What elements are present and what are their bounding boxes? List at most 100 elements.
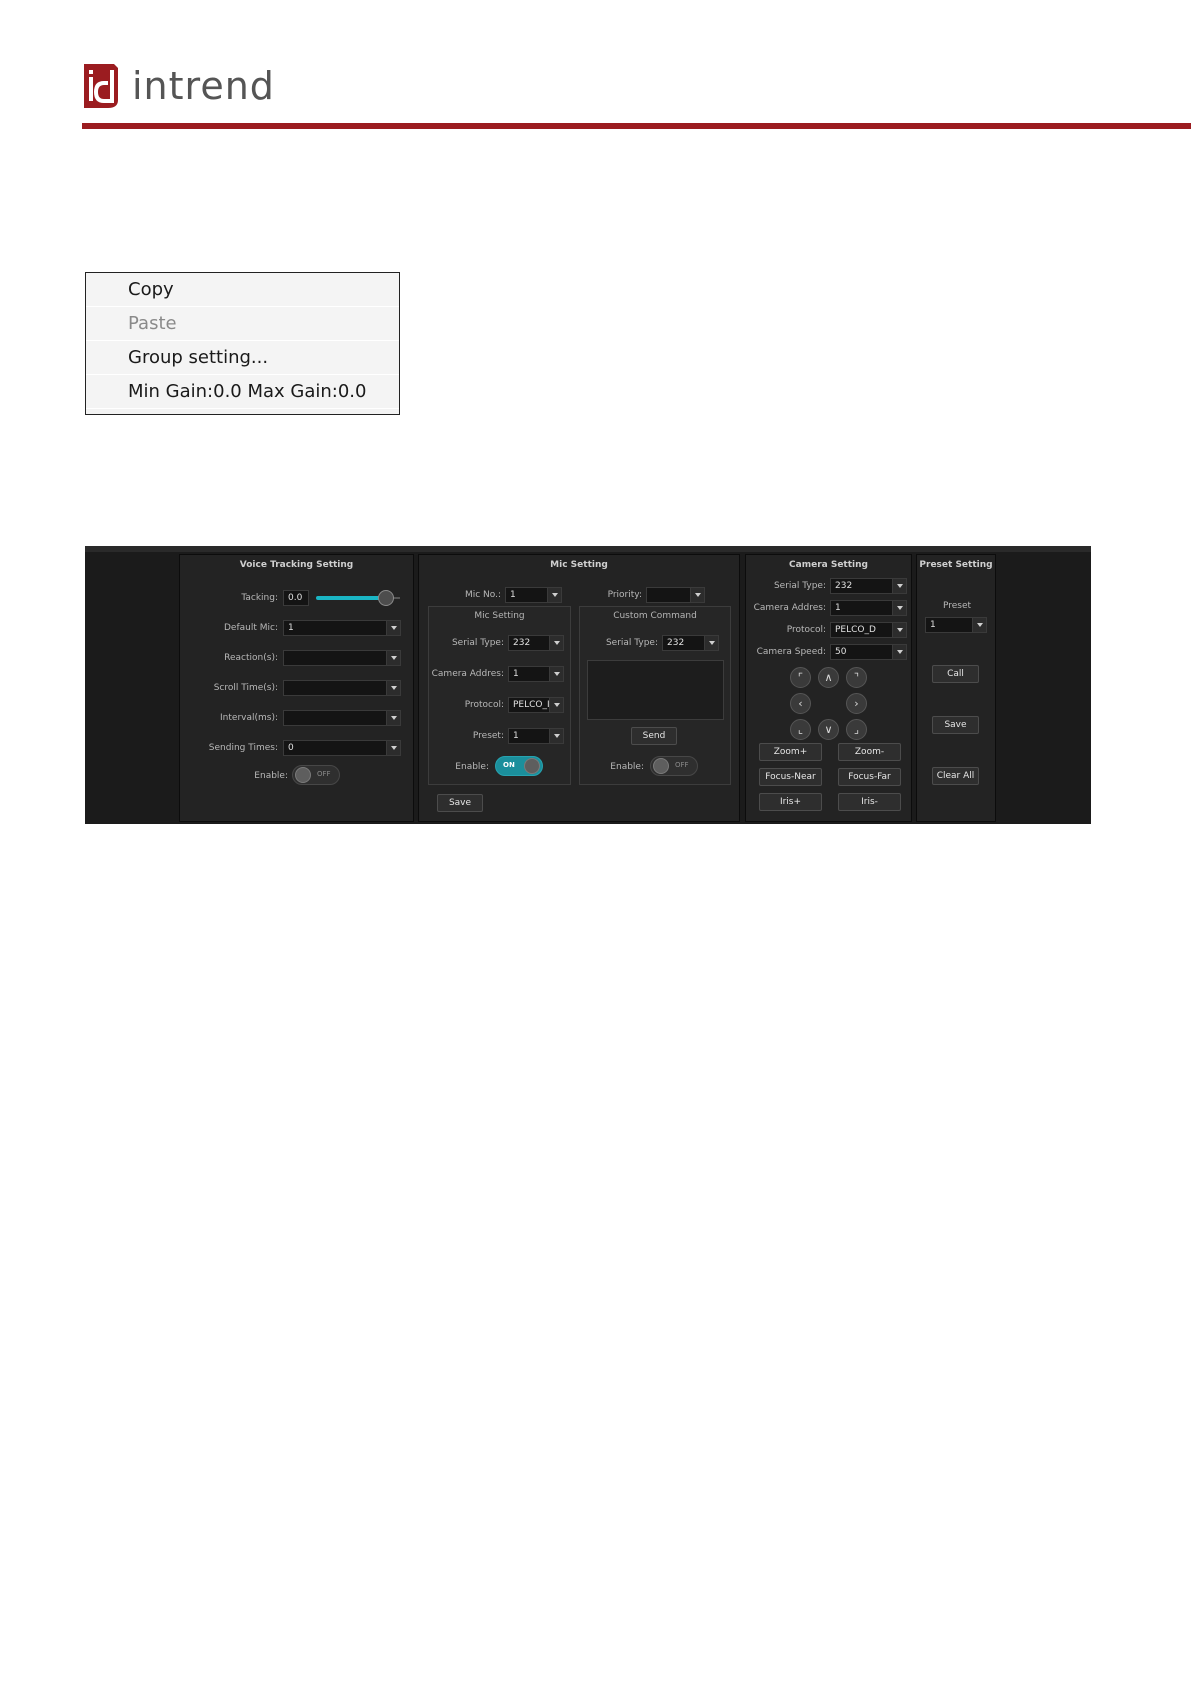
toggle-state: OFF xyxy=(317,770,331,778)
tracking-label: Tacking: xyxy=(241,593,278,603)
serial-type-value: 232 xyxy=(513,638,531,648)
iris-plus-button[interactable]: Iris+ xyxy=(759,793,822,811)
default-mic-value: 1 xyxy=(288,623,294,633)
ptz-right-icon[interactable]: › xyxy=(846,693,867,714)
preset-value: 1 xyxy=(930,620,936,630)
panel-top-border xyxy=(85,546,1091,552)
reaction-select[interactable] xyxy=(283,650,401,666)
camera-address-select[interactable]: 1 xyxy=(830,600,907,616)
toggle-knob xyxy=(295,767,311,783)
camera-address-value: 1 xyxy=(513,669,519,679)
mic-sub-setting-box: Mic Setting Serial Type: 232 Camera Addr… xyxy=(428,606,571,785)
menu-item-gain-info[interactable]: Min Gain:0.0 Max Gain:0.0 xyxy=(86,375,399,409)
reaction-label: Reaction(s): xyxy=(224,653,278,663)
menu-item-paste: Paste xyxy=(86,307,399,341)
zoom-in-button[interactable]: Zoom+ xyxy=(759,743,822,761)
camera-address-value: 1 xyxy=(835,603,841,613)
menu-item-copy[interactable]: Copy xyxy=(86,273,399,307)
sending-times-select[interactable]: 0 xyxy=(283,740,401,756)
zoom-out-button[interactable]: Zoom- xyxy=(838,743,901,761)
mic-preset-select[interactable]: 1 xyxy=(508,728,564,744)
scroll-time-select[interactable] xyxy=(283,680,401,696)
section-title: Preset Setting xyxy=(919,560,993,570)
ptz-down-right-icon[interactable]: ⌟ xyxy=(846,719,867,740)
save-button[interactable]: Save xyxy=(437,794,483,812)
tracking-value-input[interactable]: 0.0 xyxy=(283,590,309,606)
enable-label: Enable: xyxy=(455,762,489,772)
mic-serial-type-select[interactable]: 232 xyxy=(508,635,564,651)
chevron-down-icon xyxy=(549,698,563,712)
interval-label: Interval(ms): xyxy=(220,713,278,723)
camera-address-label: Camera Addres: xyxy=(431,669,504,679)
mic-no-label: Mic No.: xyxy=(464,590,501,600)
preset-setting-section: Preset Setting Preset 1 Call Save Clear … xyxy=(916,554,996,822)
serial-type-value: 232 xyxy=(835,581,853,591)
ptz-down-left-icon[interactable]: ⌞ xyxy=(790,719,811,740)
menu-item-group-setting[interactable]: Group setting... xyxy=(86,341,399,375)
preset-label: Preset: xyxy=(472,731,504,741)
mic-setting-section: Mic Setting Mic No.: 1 Priority: Mic Set… xyxy=(418,554,740,822)
custom-serial-type-select[interactable]: 232 xyxy=(662,635,719,651)
section-title: Voice Tracking Setting xyxy=(239,560,354,570)
toggle-state: ON xyxy=(503,761,515,769)
voice-tracking-enable-toggle[interactable]: OFF xyxy=(292,765,340,785)
preset-select[interactable]: 1 xyxy=(925,617,987,633)
camera-speed-value: 50 xyxy=(835,647,847,657)
serial-type-value: 232 xyxy=(667,638,685,648)
default-mic-select[interactable]: 1 xyxy=(283,620,401,636)
sub-title: Custom Command xyxy=(613,611,697,621)
enable-label: Enable: xyxy=(254,771,288,781)
chevron-down-icon xyxy=(547,588,561,602)
context-menu: Copy Paste Group setting... Min Gain:0.0… xyxy=(85,272,400,415)
mic-no-value: 1 xyxy=(510,590,516,600)
interval-select[interactable] xyxy=(283,710,401,726)
tracking-slider-fill xyxy=(316,596,384,600)
mic-enable-toggle[interactable]: ON xyxy=(495,756,543,776)
ptz-up-right-icon[interactable]: ⌝ xyxy=(846,667,867,688)
protocol-label: Protocol: xyxy=(786,625,826,635)
chevron-down-icon xyxy=(972,618,986,632)
ptz-down-icon[interactable]: ∨ xyxy=(818,719,839,740)
clear-all-button[interactable]: Clear All xyxy=(932,767,979,785)
sub-title: Mic Setting xyxy=(474,611,525,621)
camera-speed-label: Camera Speed: xyxy=(756,647,826,657)
sending-times-value: 0 xyxy=(288,743,294,753)
custom-command-textarea[interactable] xyxy=(587,660,724,720)
focus-far-button[interactable]: Focus-Far xyxy=(838,768,901,786)
custom-enable-toggle[interactable]: OFF xyxy=(650,756,698,776)
mic-camera-address-select[interactable]: 1 xyxy=(508,666,564,682)
focus-near-button[interactable]: Focus-Near xyxy=(759,768,822,786)
voice-tracking-section: Voice Tracking Setting Tacking: 0.0 Defa… xyxy=(179,554,414,822)
priority-label: Priority: xyxy=(607,590,642,600)
ptz-left-icon[interactable]: ‹ xyxy=(790,693,811,714)
brand-name: intrend xyxy=(132,64,275,108)
chevron-down-icon xyxy=(704,636,718,650)
iris-minus-button[interactable]: Iris- xyxy=(838,793,901,811)
send-button[interactable]: Send xyxy=(631,727,677,745)
camera-protocol-select[interactable]: PELCO_D xyxy=(830,622,907,638)
toggle-knob xyxy=(524,758,540,774)
camera-setting-section: Camera Setting Serial Type: 232 Camera A… xyxy=(745,554,912,822)
mic-protocol-select[interactable]: PELCO_I xyxy=(508,697,564,713)
ptz-up-left-icon[interactable]: ⌜ xyxy=(790,667,811,688)
mic-no-select[interactable]: 1 xyxy=(505,587,562,603)
section-title: Mic Setting xyxy=(550,560,608,570)
chevron-down-icon xyxy=(549,729,563,743)
priority-select[interactable] xyxy=(646,587,705,603)
default-mic-label: Default Mic: xyxy=(224,623,278,633)
preset-label: Preset xyxy=(942,601,972,611)
camera-speed-select[interactable]: 50 xyxy=(830,644,907,660)
chevron-down-icon xyxy=(892,601,906,615)
serial-type-label: Serial Type: xyxy=(773,581,826,591)
save-preset-button[interactable]: Save xyxy=(932,716,979,734)
custom-command-box: Custom Command Serial Type: 232 Send Ena… xyxy=(579,606,731,785)
chevron-down-icon xyxy=(549,636,563,650)
chevron-down-icon xyxy=(690,588,704,602)
camera-serial-type-select[interactable]: 232 xyxy=(830,578,907,594)
ptz-up-icon[interactable]: ∧ xyxy=(818,667,839,688)
chevron-down-icon xyxy=(386,621,400,635)
tracking-slider-handle[interactable] xyxy=(378,590,394,606)
call-preset-button[interactable]: Call xyxy=(932,665,979,683)
toggle-state: OFF xyxy=(675,761,689,769)
chevron-down-icon xyxy=(892,645,906,659)
